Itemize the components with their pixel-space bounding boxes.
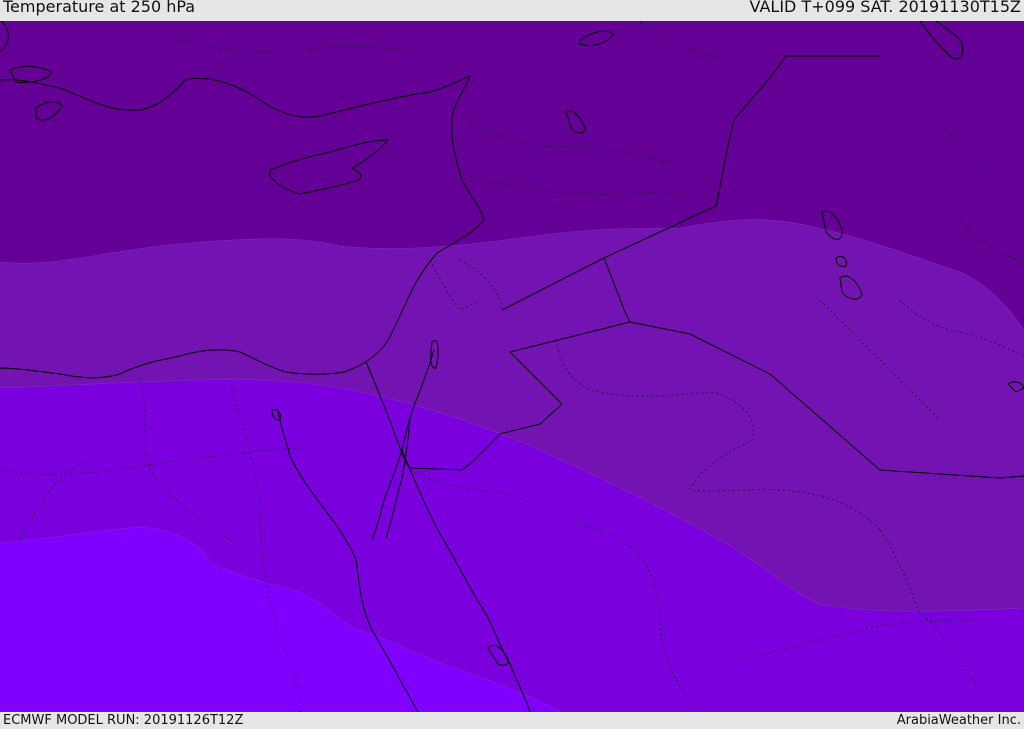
model-run-label: ECMWF MODEL RUN: 20191126T12Z bbox=[3, 713, 244, 728]
valid-time-label: VALID T+099 SAT. 20191130T15Z bbox=[749, 0, 1021, 16]
footer-bar: ECMWF MODEL RUN: 20191126T12Z ArabiaWeat… bbox=[0, 712, 1024, 729]
header-bar: Temperature at 250 hPa VALID T+099 SAT. … bbox=[0, 0, 1024, 21]
credit-label: ArabiaWeather Inc. bbox=[896, 713, 1021, 728]
temperature-map bbox=[0, 21, 1024, 712]
weather-map-page: Temperature at 250 hPa VALID T+099 SAT. … bbox=[0, 0, 1024, 729]
map-title: Temperature at 250 hPa bbox=[3, 0, 196, 16]
